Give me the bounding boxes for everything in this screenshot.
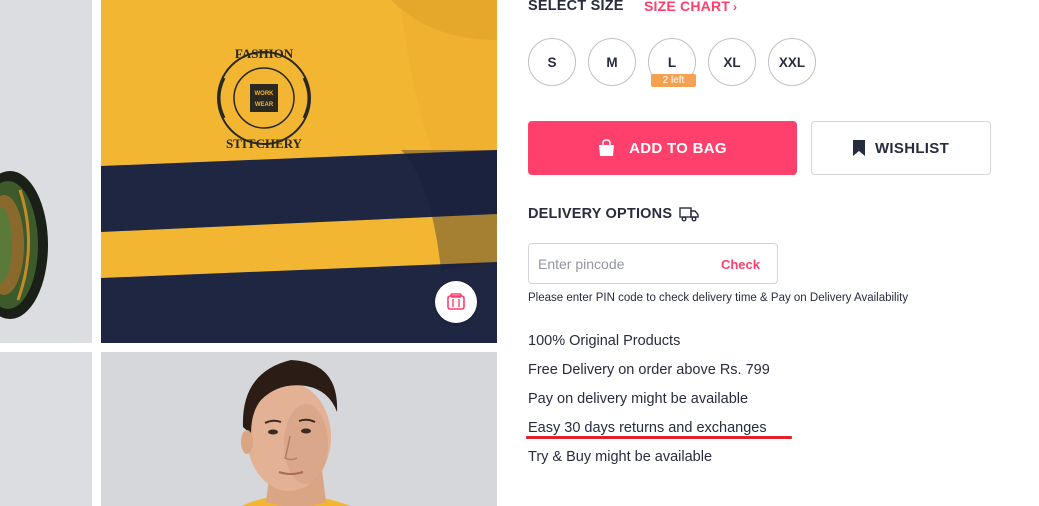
size-button-s[interactable]: S bbox=[528, 38, 576, 86]
print-text-bottom: STITCHERY bbox=[226, 136, 303, 151]
print-text-top: FASHION bbox=[235, 46, 294, 61]
size-button-m[interactable]: M bbox=[588, 38, 636, 86]
feature-item: Try & Buy might be available bbox=[528, 449, 713, 465]
shopping-bag-icon bbox=[599, 139, 615, 156]
feature-item: Free Delivery on order above Rs. 799 bbox=[528, 362, 770, 378]
size-label: XL bbox=[723, 54, 741, 70]
product-accessory-image bbox=[0, 0, 92, 343]
size-chart-link[interactable]: SIZE CHART › bbox=[644, 0, 737, 14]
select-size-label: SELECT SIZE bbox=[528, 0, 624, 14]
print-text-center-2: WEAR bbox=[255, 102, 274, 108]
pincode-input[interactable] bbox=[538, 254, 708, 274]
add-to-bag-label: ADD TO BAG bbox=[629, 139, 727, 157]
delivery-options-heading: DELIVERY OPTIONS bbox=[528, 206, 673, 222]
feature-item: Pay on delivery might be available bbox=[528, 391, 749, 407]
size-chart-label: SIZE CHART bbox=[644, 0, 730, 14]
bookmark-icon bbox=[852, 140, 865, 156]
product-image-model[interactable] bbox=[101, 352, 497, 506]
product-image-3 bbox=[0, 352, 92, 506]
product-image-thumb-3[interactable] bbox=[0, 352, 92, 506]
print-text-center-1: WORK bbox=[255, 91, 275, 97]
feature-item: 100% Original Products bbox=[528, 333, 681, 349]
feature-item: Easy 30 days returns and exchanges bbox=[528, 420, 767, 436]
wishlist-button[interactable]: WISHLIST bbox=[811, 121, 991, 175]
size-label: M bbox=[606, 54, 618, 70]
model-photo bbox=[101, 352, 497, 506]
stock-badge: 2 left bbox=[651, 74, 696, 87]
size-button-xxl[interactable]: XXL bbox=[768, 38, 816, 86]
check-pincode-button[interactable]: Check bbox=[721, 257, 760, 272]
size-label: S bbox=[547, 54, 557, 70]
pincode-box: Check bbox=[528, 243, 778, 284]
view-similar-button[interactable] bbox=[435, 281, 477, 323]
truck-icon bbox=[679, 207, 699, 222]
view-similar-icon bbox=[447, 293, 465, 310]
add-to-bag-button[interactable]: ADD TO BAG bbox=[528, 121, 797, 175]
chevron-right-icon: › bbox=[733, 0, 738, 14]
size-button-xl[interactable]: XL bbox=[708, 38, 756, 86]
wishlist-label: WISHLIST bbox=[874, 139, 950, 157]
annotation-underline bbox=[526, 436, 792, 439]
size-label: XXL bbox=[778, 54, 806, 70]
size-label: L bbox=[667, 54, 677, 70]
pincode-help-text: Please enter PIN code to check delivery … bbox=[528, 292, 909, 304]
product-image-thumb-1[interactable] bbox=[0, 0, 92, 343]
